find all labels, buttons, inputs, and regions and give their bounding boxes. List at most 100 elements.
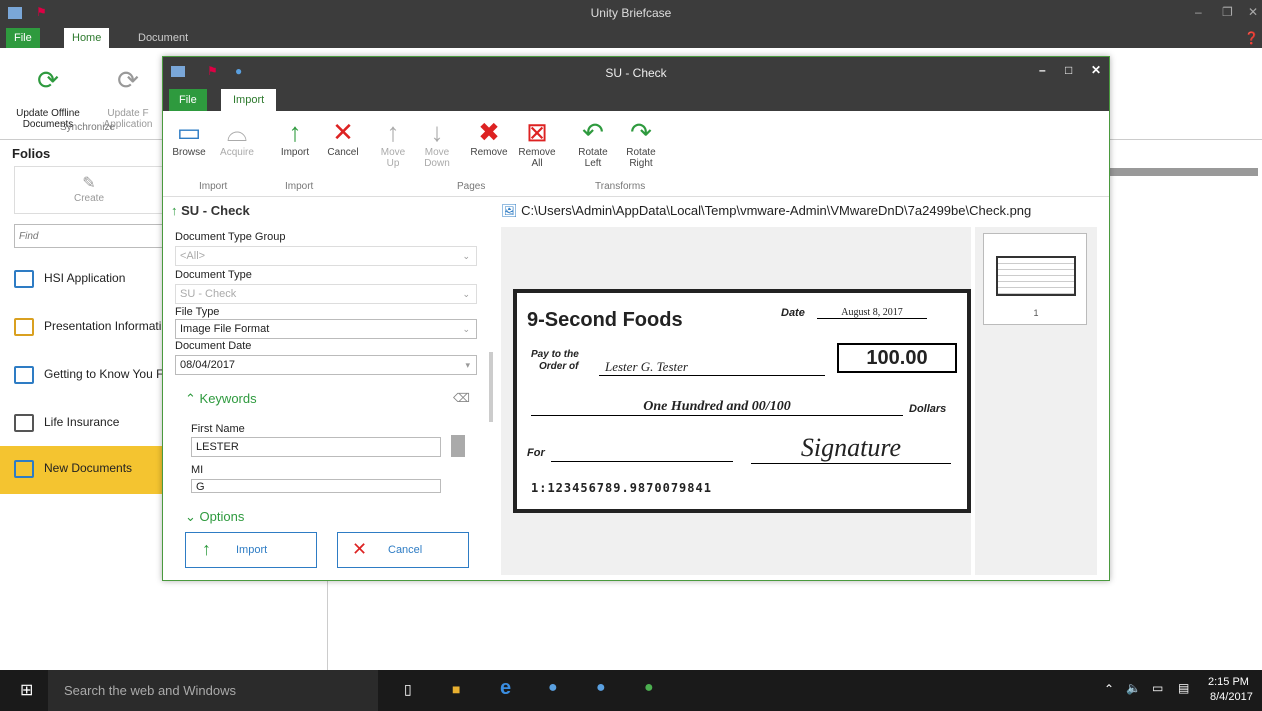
taskbar-search[interactable]: Search the web and Windows bbox=[48, 670, 378, 711]
doc-date-input[interactable]: 08/04/2017 ▾ bbox=[175, 355, 477, 375]
dialog-tab-bar: File Import bbox=[163, 87, 1109, 111]
help-icon[interactable]: ❓ bbox=[1244, 31, 1259, 45]
browse-button[interactable]: ▭ Browse bbox=[167, 117, 211, 158]
keywords-toggle[interactable]: ⌃ Keywords bbox=[185, 391, 257, 407]
minimize-icon[interactable]: – bbox=[1195, 5, 1202, 19]
thumbnail-page-number: 1 bbox=[1033, 308, 1039, 318]
update-offline-documents-button[interactable]: ⟳ Update Offline Documents bbox=[8, 52, 88, 130]
check-for-label: For bbox=[527, 447, 545, 459]
import-button[interactable]: ↑ Import bbox=[185, 532, 317, 568]
first-name-input[interactable]: LESTER bbox=[191, 437, 441, 457]
keywords-scrollbar[interactable] bbox=[451, 425, 465, 485]
tab-document[interactable]: Document bbox=[130, 28, 196, 48]
move-up-button[interactable]: ↑ Move Up bbox=[371, 117, 415, 169]
chevron-up-icon[interactable]: ⌃ bbox=[1104, 682, 1114, 696]
file-type-select[interactable]: Image File Format ⌄ bbox=[175, 319, 477, 339]
doc-type-value: SU - Check bbox=[180, 288, 237, 300]
chevron-down-icon: ⌄ bbox=[462, 251, 470, 261]
tab-file[interactable]: File bbox=[6, 28, 40, 48]
pane-scrollbar[interactable] bbox=[489, 352, 493, 422]
first-name-value: LESTER bbox=[196, 441, 239, 453]
maximize-icon[interactable]: □ bbox=[1065, 63, 1072, 77]
create-label: Create bbox=[73, 193, 104, 204]
volume-icon[interactable]: 🔈 bbox=[1126, 681, 1141, 695]
folio-icon bbox=[14, 366, 34, 384]
close-icon[interactable]: ✕ bbox=[1248, 5, 1258, 19]
rotate-right-label: Rotate Right bbox=[626, 147, 656, 169]
dialog-tab-import[interactable]: Import bbox=[221, 89, 277, 111]
create-icon: ✎ bbox=[82, 175, 96, 192]
folio-item-hsi[interactable]: HSI Application bbox=[0, 256, 165, 304]
search-placeholder: Search the web and Windows bbox=[64, 683, 236, 698]
check-amount-words: One Hundred and 00/100 bbox=[531, 399, 903, 416]
cancel-ribbon-button[interactable]: ✕ Cancel bbox=[321, 117, 365, 158]
acquire-label: Acquire bbox=[220, 147, 254, 158]
doc-type-select[interactable]: SU - Check ⌄ bbox=[175, 284, 477, 304]
unity-briefcase-taskbar-icon[interactable]: ● bbox=[644, 679, 654, 697]
app-icon-2[interactable]: ● bbox=[596, 679, 606, 697]
cancel-button[interactable]: ✕ Cancel bbox=[337, 532, 469, 568]
doc-date-label: Document Date bbox=[175, 340, 252, 352]
thumbnail-check-image bbox=[996, 256, 1076, 296]
scroll-thumb[interactable] bbox=[451, 435, 465, 457]
up-arrow-icon: ↑ bbox=[202, 539, 211, 559]
file-type-value: Image File Format bbox=[180, 323, 270, 335]
check-date-value: August 8, 2017 bbox=[817, 307, 927, 319]
close-icon[interactable]: ✕ bbox=[1091, 63, 1101, 77]
file-explorer-icon[interactable]: ■ bbox=[452, 681, 460, 697]
check-signature: Signature bbox=[751, 433, 951, 464]
windows-start-icon[interactable]: ⊞ bbox=[20, 680, 33, 700]
sync-gray-icon: ⟳ bbox=[117, 65, 139, 95]
rotate-right-button[interactable]: ↷ Rotate Right bbox=[619, 117, 663, 169]
folio-icon bbox=[14, 270, 34, 288]
clear-keywords-icon[interactable]: ⌫ bbox=[453, 391, 470, 405]
folio-item-life-insurance[interactable]: Life Insurance bbox=[0, 400, 165, 448]
folio-item-presentation[interactable]: Presentation Informati bbox=[0, 304, 165, 352]
outer-window-title: Unity Briefcase bbox=[590, 6, 672, 20]
find-input[interactable] bbox=[14, 224, 164, 248]
folio-item-new-documents[interactable]: New Documents bbox=[0, 446, 165, 494]
app-icon-1[interactable]: ● bbox=[548, 679, 558, 697]
group-label-import-1: Import bbox=[199, 181, 228, 192]
check-payee: Lester G. Tester bbox=[599, 359, 825, 376]
folder-icon: ▭ bbox=[176, 117, 202, 147]
x-icon: ✕ bbox=[332, 117, 354, 147]
cancel-button-label: Cancel bbox=[388, 544, 423, 556]
doc-type-group-select[interactable]: <All> ⌄ bbox=[175, 246, 477, 266]
task-view-icon[interactable]: ▯ bbox=[404, 681, 412, 698]
move-down-button[interactable]: ↓ Move Down bbox=[415, 117, 459, 169]
import-options-pane: ↑ SU - Check Document Type Group <All> ⌄ … bbox=[163, 197, 497, 575]
clock-date[interactable]: 8/4/2017 bbox=[1210, 691, 1253, 703]
notifications-icon[interactable]: ▤ bbox=[1178, 681, 1189, 695]
options-toggle[interactable]: ⌄ Options bbox=[185, 509, 244, 525]
update-application-button[interactable]: ⟳ Update F Application bbox=[95, 52, 161, 130]
check-amount: 100.00 bbox=[866, 347, 928, 369]
clock-time[interactable]: 2:15 PM bbox=[1208, 676, 1249, 688]
check-memo-line bbox=[551, 461, 733, 462]
folio-item-getting-to-know[interactable]: Getting to Know You F bbox=[0, 352, 165, 400]
taskbar: ⊞ Search the web and Windows ▯ ■ e ● ● ●… bbox=[0, 670, 1262, 711]
first-name-label: First Name bbox=[191, 423, 245, 435]
folio-icon bbox=[14, 318, 34, 336]
remove-button[interactable]: ✖ Remove bbox=[467, 117, 511, 158]
import-ribbon-button[interactable]: ↑ Import bbox=[273, 117, 317, 158]
edge-browser-icon[interactable]: e bbox=[500, 677, 511, 700]
check-amount-box: 100.00 bbox=[837, 343, 957, 373]
image-preview: 9-Second Foods Date August 8, 2017 Pay t… bbox=[501, 227, 971, 575]
mi-input[interactable]: G bbox=[191, 479, 441, 493]
browse-label: Browse bbox=[172, 147, 206, 158]
folio-label: Getting to Know You F bbox=[44, 367, 164, 381]
rotate-left-button[interactable]: ↶ Rotate Left bbox=[571, 117, 615, 169]
rotate-left-icon: ↶ bbox=[582, 117, 604, 147]
create-button[interactable]: ✎ Create bbox=[14, 166, 164, 214]
check-pay-label-1: Pay to the bbox=[531, 349, 579, 360]
remove-all-button[interactable]: ⊠ Remove All bbox=[515, 117, 559, 169]
tab-home[interactable]: Home bbox=[64, 28, 110, 48]
dialog-tab-file[interactable]: File bbox=[169, 89, 207, 111]
minimize-icon[interactable]: – bbox=[1039, 63, 1046, 77]
network-icon[interactable]: ▭ bbox=[1152, 681, 1163, 695]
acquire-button[interactable]: ⌓ Acquire bbox=[215, 117, 259, 158]
doc-type-label: Document Type bbox=[175, 269, 252, 281]
restore-icon[interactable]: ❐ bbox=[1222, 5, 1233, 19]
page-thumbnail[interactable]: 1 bbox=[983, 233, 1087, 325]
